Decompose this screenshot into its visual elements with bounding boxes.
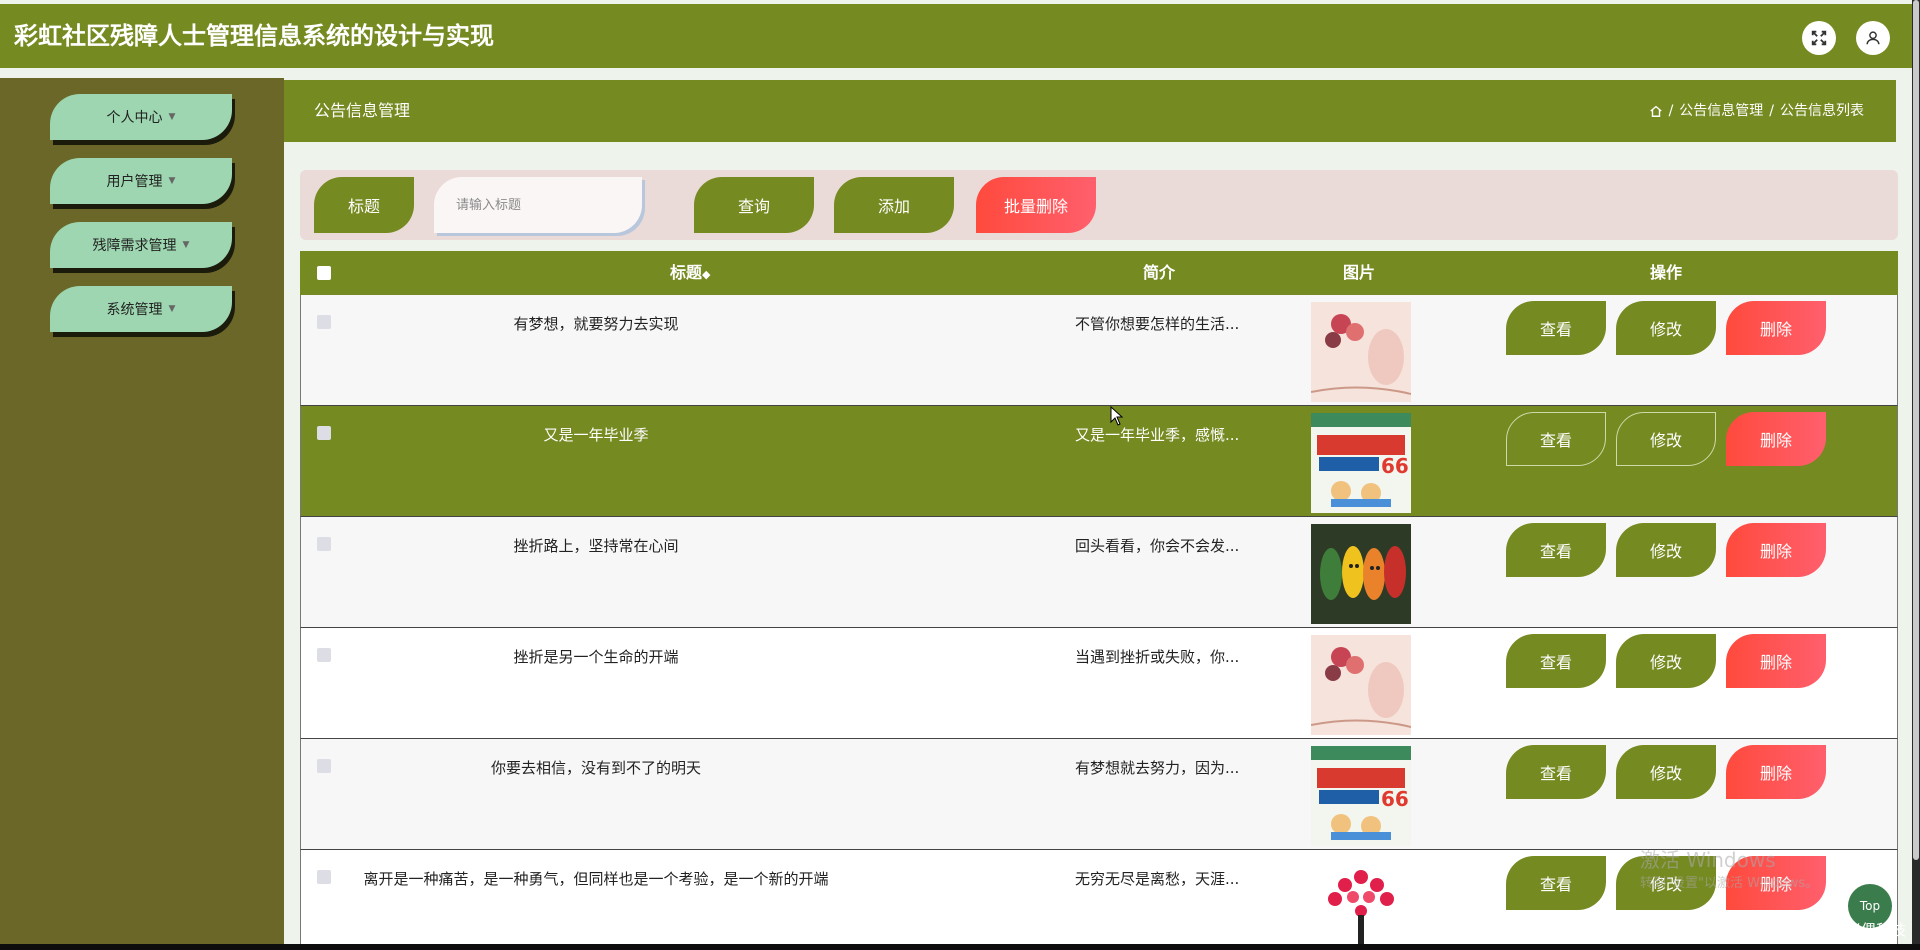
- sidebar-item-personal-center[interactable]: 个人中心 ▼: [50, 94, 232, 140]
- view-button[interactable]: 查看: [1506, 523, 1606, 577]
- batch-delete-button[interactable]: 批量删除: [976, 177, 1096, 233]
- delete-button[interactable]: 删除: [1726, 301, 1826, 355]
- caret-down-icon: ▼: [182, 240, 190, 250]
- balloon-art-thumbnail: [1311, 302, 1411, 402]
- breadcrumb-sep: /: [1668, 103, 1674, 119]
- notice-table: 标题◆ 简介 图片 操作 有梦想，就要努力去实现 不管你想要怎样的生活... 查…: [300, 251, 1898, 944]
- add-button[interactable]: 添加: [834, 177, 954, 233]
- edit-button[interactable]: 修改: [1616, 523, 1716, 577]
- sidebar-item-label: 用户管理: [106, 174, 163, 190]
- breadcrumb-sep: /: [1769, 103, 1774, 119]
- sort-icon[interactable]: ◆: [702, 268, 710, 281]
- edit-button[interactable]: 修改: [1616, 412, 1716, 466]
- title-search-input[interactable]: [434, 177, 642, 233]
- row-intro: 又是一年毕业季，感慨...: [1075, 426, 1240, 444]
- sidebar-item-system-management[interactable]: 系统管理 ▼: [50, 286, 232, 332]
- row-intro: 当遇到挫折或失败，你...: [1075, 648, 1240, 666]
- row-checkbox[interactable]: [317, 315, 331, 329]
- caret-down-icon: ▼: [168, 112, 176, 122]
- view-button[interactable]: 查看: [1506, 301, 1606, 355]
- breadcrumb-bar: 公告信息管理 / 公告信息管理 / 公告信息列表: [284, 80, 1896, 142]
- sidebar-item-label: 个人中心: [106, 110, 163, 126]
- row-checkbox[interactable]: [317, 759, 331, 773]
- app-title: 彩虹社区残障人士管理信息系统的设计与实现: [14, 22, 494, 50]
- table-row: 又是一年毕业季 又是一年毕业季，感慨... 66 查看 修改 删除: [300, 406, 1898, 517]
- row-checkbox[interactable]: [317, 426, 331, 440]
- heart-tree-thumbnail: [1311, 857, 1411, 944]
- table-row: 你要去相信，没有到不了的明天 有梦想就去努力，因为... 66 查看 修改 删除: [300, 739, 1898, 850]
- row-intro: 有梦想就去努力，因为...: [1075, 759, 1240, 777]
- delete-button[interactable]: 删除: [1726, 412, 1826, 466]
- windows-activation-watermark: 激活 Windows 转到"设置"以激活 Windows。: [1640, 848, 1819, 891]
- table-row: 挫折路上，坚持常在心间 回头看看，你会不会发... 查看 修改 删除: [300, 517, 1898, 628]
- row-checkbox[interactable]: [317, 870, 331, 884]
- breadcrumb: / 公告信息管理 / 公告信息列表: [1649, 80, 1864, 142]
- row-intro: 回头看看，你会不会发...: [1075, 537, 1240, 555]
- sidebar-item-user-management[interactable]: 用户管理 ▼: [50, 158, 232, 204]
- row-title: 又是一年毕业季: [543, 426, 649, 444]
- column-header-title[interactable]: 标题◆: [670, 251, 710, 297]
- row-title: 挫折路上，坚持常在心间: [513, 537, 679, 555]
- column-header-intro: 简介: [1143, 263, 1176, 282]
- mouse-cursor-icon: [1110, 406, 1124, 426]
- view-button[interactable]: 查看: [1506, 412, 1606, 466]
- select-all-checkbox[interactable]: [317, 266, 331, 280]
- color-leaves-thumbnail: [1311, 524, 1411, 624]
- edit-button[interactable]: 修改: [1616, 301, 1716, 355]
- health-book-cover-thumbnail: 66: [1311, 746, 1411, 846]
- column-header-image: 图片: [1343, 263, 1376, 282]
- delete-button[interactable]: 删除: [1726, 745, 1826, 799]
- delete-button[interactable]: 删除: [1726, 634, 1826, 688]
- view-button[interactable]: 查看: [1506, 634, 1606, 688]
- sidebar-item-disability-needs[interactable]: 残障需求管理 ▼: [50, 222, 232, 268]
- source-watermark: CSDN @米偶科技: [1783, 921, 1906, 939]
- app-window: 彩虹社区残障人士管理信息系统的设计与实现 个人中心 ▼ 用户管理 ▼ 残障需求管…: [0, 0, 1912, 944]
- search-bar: 标题 查询 添加 批量删除: [300, 170, 1898, 240]
- breadcrumb-item-notice-list: 公告信息列表: [1780, 103, 1864, 119]
- vertical-scrollbar[interactable]: [1912, 0, 1920, 944]
- caret-down-icon: ▼: [168, 304, 176, 314]
- search-field-label: 标题: [314, 177, 414, 233]
- table-row: 有梦想，就要努力去实现 不管你想要怎样的生活... 查看 修改 删除: [300, 295, 1898, 406]
- edit-button[interactable]: 修改: [1616, 634, 1716, 688]
- sidebar-item-label: 残障需求管理: [92, 238, 177, 254]
- sidebar: 个人中心 ▼ 用户管理 ▼ 残障需求管理 ▼ 系统管理 ▼: [0, 78, 284, 944]
- table-header: 标题◆ 简介 图片 操作: [300, 251, 1898, 295]
- row-intro: 不管你想要怎样的生活...: [1075, 315, 1240, 333]
- fullscreen-icon[interactable]: [1802, 21, 1836, 55]
- view-button[interactable]: 查看: [1506, 745, 1606, 799]
- row-title: 有梦想，就要努力去实现: [513, 315, 679, 333]
- query-button[interactable]: 查询: [694, 177, 814, 233]
- breadcrumb-item-notice-management[interactable]: 公告信息管理: [1679, 80, 1763, 142]
- table-row: 挫折是另一个生命的开端 当遇到挫折或失败，你... 查看 修改 删除: [300, 628, 1898, 739]
- top-header: 彩虹社区残障人士管理信息系统的设计与实现: [0, 4, 1912, 68]
- column-header-actions: 操作: [1650, 263, 1683, 282]
- row-checkbox[interactable]: [317, 648, 331, 662]
- sidebar-item-label: 系统管理: [106, 302, 163, 318]
- svg-text:66: 66: [1381, 454, 1409, 478]
- row-title: 离开是一种痛苦，是一种勇气，但同样也是一个考验，是一个新的开端: [363, 870, 829, 888]
- page-title: 公告信息管理: [314, 101, 411, 120]
- edit-button[interactable]: 修改: [1616, 745, 1716, 799]
- row-title: 挫折是另一个生命的开端: [513, 648, 679, 666]
- health-book-cover-thumbnail: 66: [1311, 413, 1411, 513]
- home-icon[interactable]: [1649, 104, 1663, 118]
- balloon-art-thumbnail: [1311, 635, 1411, 735]
- caret-down-icon: ▼: [168, 176, 176, 186]
- row-intro: 无穷无尽是离愁，天涯...: [1075, 870, 1240, 888]
- svg-text:66: 66: [1381, 787, 1409, 811]
- user-avatar-icon[interactable]: [1856, 21, 1890, 55]
- view-button[interactable]: 查看: [1506, 856, 1606, 910]
- delete-button[interactable]: 删除: [1726, 523, 1826, 577]
- row-title: 你要去相信，没有到不了的明天: [490, 759, 701, 777]
- row-checkbox[interactable]: [317, 537, 331, 551]
